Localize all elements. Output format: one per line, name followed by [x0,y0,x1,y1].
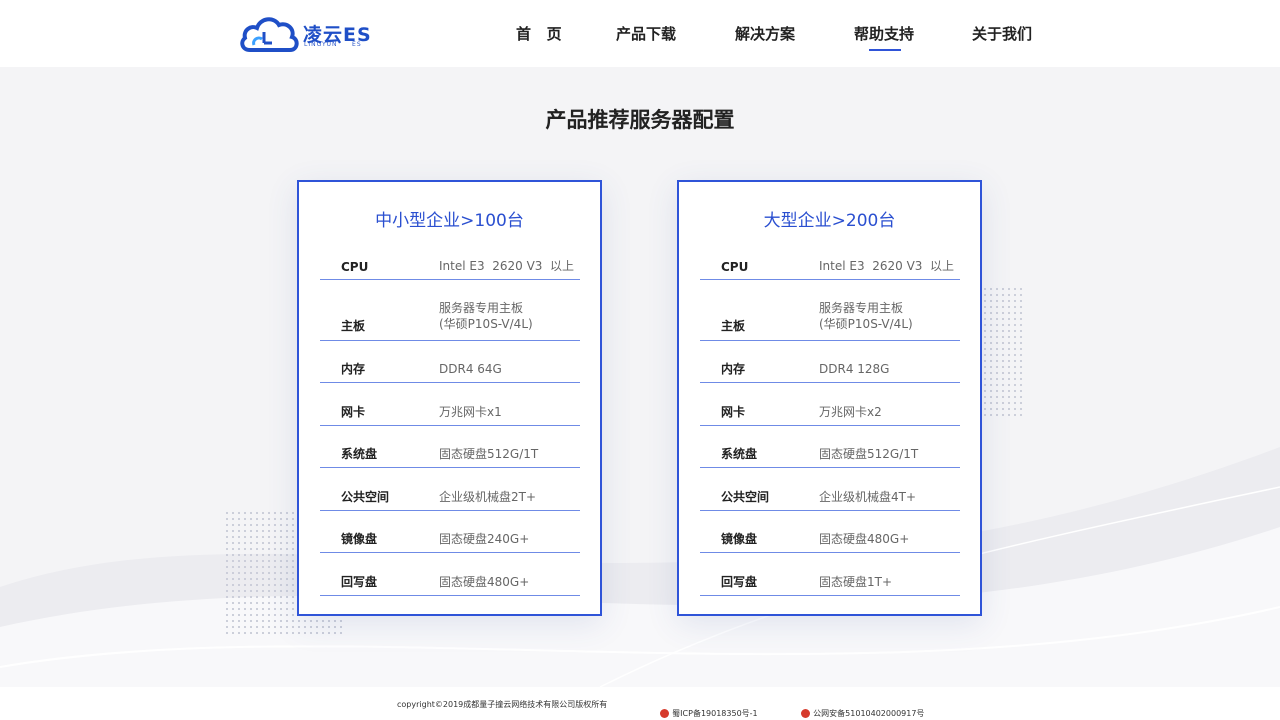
spec-row-writeback-disk: 回写盘 固态硬盘480G+ [320,553,580,596]
background-wave [0,447,1280,687]
spec-value: 固态硬盘512G/1T [819,447,919,461]
card-title: 中小型企业>100台 [375,211,524,231]
spec-label: CPU [341,260,369,274]
spec-value: 固态硬盘512G/1T [439,447,539,461]
nav-item-about[interactable]: 关于我们 [972,23,1032,44]
spec-value: 服务器专用主板 (华硕P10S-V/4L) [819,301,913,331]
config-card-small: 中小型企业>100台 CPU Intel E3 2620 V3 以上 主板 服务… [297,180,602,616]
page-footer: copyright©2019成都量子撞云网络技术有限公司版权所有 蜀ICP备19… [0,687,1280,720]
spec-value: DDR4 128G [819,362,890,376]
spec-row-image-disk: 镜像盘 固态硬盘240G+ [320,511,580,553]
spec-row-nic: 网卡 万兆网卡x1 [320,383,580,426]
spec-label: 回写盘 [721,575,758,589]
spec-value: 万兆网卡x2 [819,405,882,419]
spec-row-system-disk: 系统盘 固态硬盘512G/1T [700,426,960,468]
spec-row-cpu: CPU Intel E3 2620 V3 以上 [320,254,580,280]
footer-police-link[interactable]: 公网安备51010402000917号 [791,699,924,720]
spec-value: 固态硬盘240G+ [439,532,530,546]
footer-copyright: copyright©2019成都量子撞云网络技术有限公司版权所有 [397,700,608,709]
nav-active-underline [869,49,901,51]
spec-row-public-space: 公共空间 企业级机械盘2T+ [320,468,580,511]
cloud-logo-icon [240,17,299,52]
spec-value: 服务器专用主板 (华硕P10S-V/4L) [439,301,533,331]
spec-row-nic: 网卡 万兆网卡x2 [700,383,960,426]
spec-row-image-disk: 镜像盘 固态硬盘480G+ [700,511,960,553]
spec-value: 企业级机械盘4T+ [819,490,917,504]
spec-row-motherboard: 主板 服务器专用主板 (华硕P10S-V/4L) [320,280,580,341]
spec-label: 回写盘 [341,575,378,589]
spec-row-public-space: 公共空间 企业级机械盘4T+ [700,468,960,511]
nav-item-solutions[interactable]: 解决方案 [735,23,795,44]
spec-label: 主板 [341,319,366,333]
spec-value: DDR4 64G [439,362,502,376]
page-title: 产品推荐服务器配置 [545,108,735,132]
spec-label: 公共空间 [721,490,770,504]
spec-label: CPU [721,260,749,274]
nav-item-download[interactable]: 产品下载 [616,23,676,44]
footer-police: 公网安备51010402000917号 [813,709,925,718]
police-badge-icon [660,709,670,718]
police-badge-icon [801,709,811,718]
card-title: 大型企业>200台 [763,211,896,231]
spec-label: 公共空间 [341,490,390,504]
spec-label: 网卡 [721,405,746,419]
spec-row-writeback-disk: 回写盘 固态硬盘1T+ [700,553,960,596]
spec-label: 内存 [341,362,366,376]
spec-value: 固态硬盘1T+ [819,575,893,589]
spec-label: 网卡 [341,405,366,419]
spec-value: 固态硬盘480G+ [819,532,910,546]
footer-icp-link[interactable]: 蜀ICP备19018350号-1 [650,699,758,720]
spec-value: Intel E3 2620 V3 以上 [819,259,955,273]
spec-row-memory: 内存 DDR4 64G [320,341,580,383]
spec-value: 固态硬盘480G+ [439,575,530,589]
spec-label: 系统盘 [341,447,378,461]
decorative-dots-right [982,286,1026,416]
spec-label: 系统盘 [721,447,758,461]
nav-item-home[interactable]: 首 页 [516,23,562,44]
spec-label: 内存 [721,362,746,376]
top-header: 凌云ES LINGYUN ES 首 页 产品下载 解决方案 帮助支持 关于我们 [0,0,1280,67]
spec-value: Intel E3 2620 V3 以上 [439,259,575,273]
spec-value: 万兆网卡x1 [439,405,502,419]
spec-label: 镜像盘 [721,532,758,546]
nav-item-support[interactable]: 帮助支持 [854,23,914,44]
spec-value: 企业级机械盘2T+ [439,490,537,504]
config-card-large: 大型企业>200台 CPU Intel E3 2620 V3 以上 主板 服务器… [677,180,982,616]
spec-row-system-disk: 系统盘 固态硬盘512G/1T [320,426,580,468]
footer-icp: 蜀ICP备19018350号-1 [672,709,758,718]
spec-row-memory: 内存 DDR4 128G [700,341,960,383]
brand-subtitle: LINGYUN ES [304,41,362,48]
brand-logo[interactable]: 凌云ES LINGYUN ES [240,12,380,56]
spec-row-motherboard: 主板 服务器专用主板 (华硕P10S-V/4L) [700,280,960,341]
spec-label: 主板 [721,319,746,333]
spec-row-cpu: CPU Intel E3 2620 V3 以上 [700,254,960,280]
spec-label: 镜像盘 [341,532,378,546]
